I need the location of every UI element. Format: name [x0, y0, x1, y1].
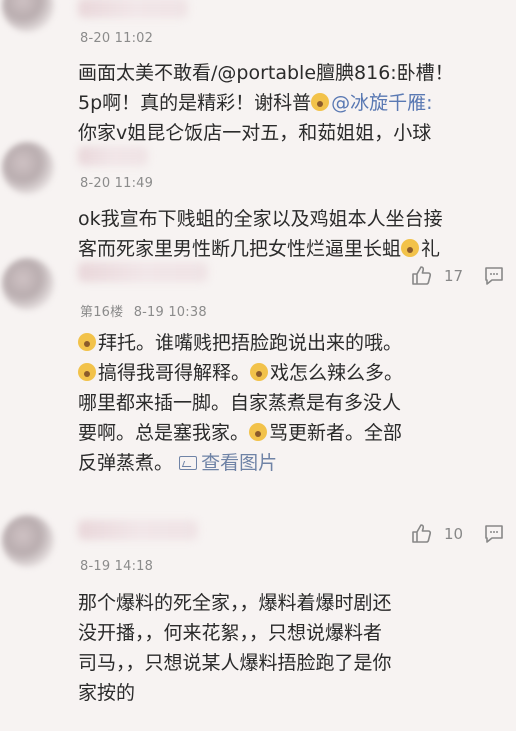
thumbs-up-icon [412, 524, 432, 543]
like-count: 17 [444, 267, 464, 285]
comment-timestamp: 8-20 11:49 [80, 176, 154, 191]
comment-line: 5p啊！真的是精彩！谢科普 [78, 92, 312, 114]
thumbs-up-icon [412, 266, 432, 285]
comment-timestamp: 8-19 10:38 [133, 305, 207, 320]
comment-line: 没开播，，何来花絮，，只想说爆料者 [78, 622, 383, 644]
comment-line: ok我宣布下贱蛆的全家以及鸡姐本人坐台接 [78, 208, 443, 230]
username-blurred[interactable] [78, 262, 208, 282]
username-blurred[interactable] [78, 520, 198, 540]
comment-line: 画面太美不敢看/@portable膻腆816:卧槽！ [78, 62, 454, 84]
comment-timestamp: 8-19 14:18 [80, 559, 154, 574]
image-icon [179, 456, 198, 470]
comment-line: 戏怎么辣么多。 [270, 362, 404, 384]
emoji-icon [78, 363, 96, 381]
avatar[interactable] [2, 258, 54, 310]
comment-body: 拜托。谁嘴贱把捂脸跑说出来的哦。 搞得我哥得解释。 戏怎么辣么多。 哪里都来插一脚… [78, 328, 506, 478]
username-blurred[interactable] [78, 0, 188, 18]
comment-line: 骂更新者。全部 [269, 422, 403, 444]
comment-line: 拜托。谁嘴贱把捂脸跑说出来的哦。 [98, 332, 403, 354]
emoji-icon [78, 333, 96, 351]
comment-bubble-icon [485, 525, 503, 543]
emoji-icon [311, 93, 330, 111]
comment-button[interactable] [482, 264, 506, 288]
username-blurred[interactable] [78, 146, 148, 166]
comment-line: 那个爆料的死全家，，爆料着爆时剧还 [78, 592, 392, 614]
comment-line: 客而死家里男性断几把女性烂逼里长蛆 [78, 238, 402, 260]
avatar[interactable] [2, 0, 54, 32]
comment-feed: 8-20 11:02 画面太美不敢看/@portable膻腆816:卧槽！ 5p… [0, 0, 516, 731]
emoji-icon [249, 423, 268, 441]
comment-line: 你家v姐昆仑饭店一对五，和茹姐姐，小球 [78, 122, 432, 144]
comment-floor-and-time: 第16楼 8-19 10:38 [80, 301, 207, 320]
avatar[interactable] [2, 142, 54, 194]
comment-line: 反弹蒸煮。 [78, 452, 174, 474]
comment-button[interactable] [482, 522, 506, 546]
comment-line: 礼 [421, 238, 441, 260]
floor-number: 第16楼 [80, 305, 124, 320]
view-images-link[interactable]: 查看图片 [179, 452, 277, 474]
comment-timestamp: 8-20 11:02 [80, 31, 154, 46]
comment-line: 搞得我哥得解释。 [98, 362, 251, 384]
comment-body: 那个爆料的死全家，，爆料着爆时剧还 没开播，，何来花絮，，只想说爆料者 司马，，… [78, 588, 506, 708]
mention-link[interactable]: @冰旋千雁: [331, 92, 432, 114]
view-images-label: 查看图片 [201, 452, 278, 474]
like-count: 10 [444, 525, 464, 543]
comment-body: 画面太美不敢看/@portable膻腆816:卧槽！ 5p啊！真的是精彩！谢科普… [78, 58, 506, 148]
comment-line: 要啊。总是塞我家。 [78, 422, 250, 444]
comment-line: 家按的 [78, 682, 136, 704]
emoji-icon [401, 239, 420, 257]
avatar[interactable] [2, 515, 54, 567]
comment-body: ok我宣布下贱蛆的全家以及鸡姐本人坐台接 客而死家里男性断几把女性烂逼里长蛆礼 [78, 204, 506, 264]
comment-line: 司马，，只想说某人爆料捂脸跑了是你 [78, 652, 392, 674]
comment-line: 哪里都来插一脚。自家蒸煮是有多没人 [78, 392, 402, 414]
comment-bubble-icon [485, 267, 503, 285]
emoji-icon [250, 363, 269, 381]
